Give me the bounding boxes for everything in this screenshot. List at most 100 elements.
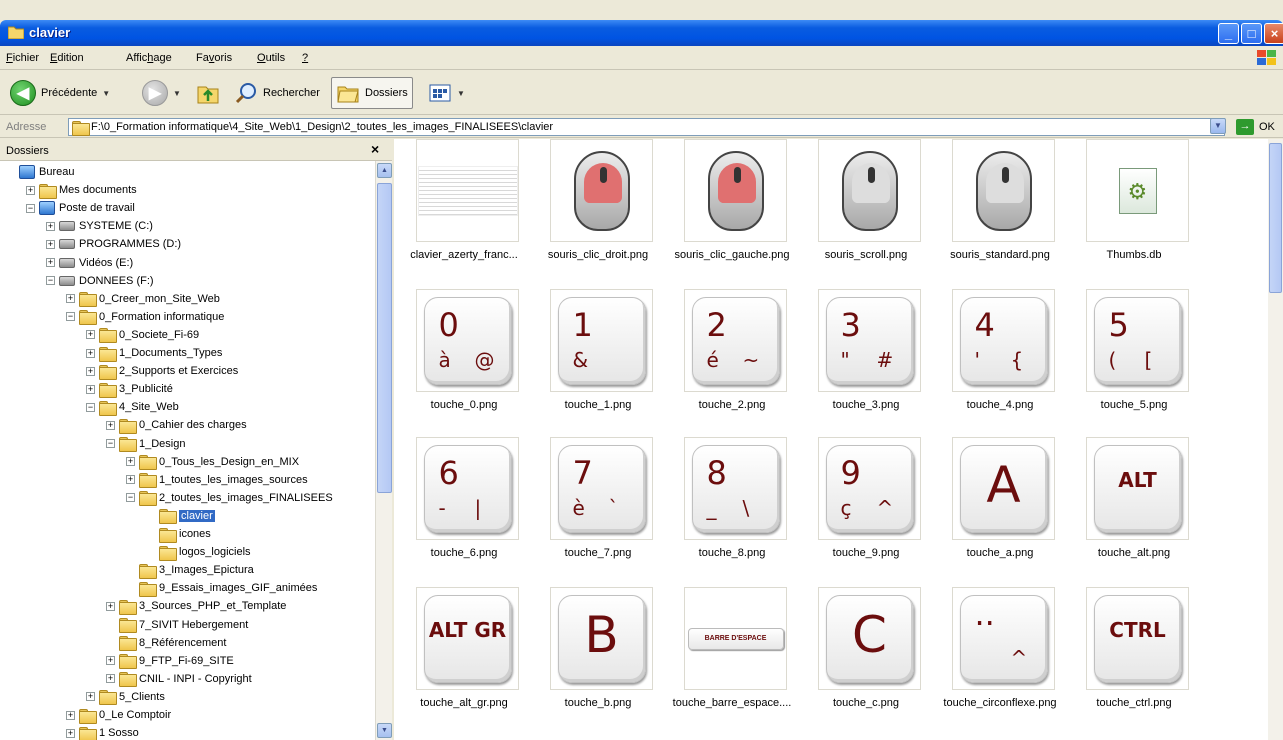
collapse-icon[interactable]: −: [46, 276, 55, 286]
maximize-button[interactable]: □: [1241, 23, 1262, 44]
tree-item[interactable]: + PROGRAMMES (D:): [46, 235, 181, 253]
expand-icon[interactable]: +: [86, 330, 95, 340]
scroll-down-icon[interactable]: ▼: [377, 723, 392, 738]
tree-item[interactable]: +2_Supports et Exercices: [86, 362, 238, 380]
scrollbar-thumb[interactable]: [377, 183, 392, 493]
address-dropdown-button[interactable]: ▼: [1210, 118, 1226, 134]
expand-icon[interactable]: +: [86, 366, 95, 376]
go-arrow-icon[interactable]: →: [1236, 119, 1254, 135]
tree-item[interactable]: +0_Creer_mon_Site_Web: [66, 290, 220, 308]
file-item[interactable]: ·· ^ touche_circonflexe.png: [932, 587, 1068, 735]
menu-item[interactable]: Affichage: [126, 52, 172, 64]
expand-icon[interactable]: +: [66, 294, 75, 304]
file-list-scrollbar[interactable]: [1268, 139, 1283, 740]
file-item[interactable]: 8 _ \ touche_8.png: [664, 437, 800, 585]
tree-item[interactable]: 8_Référencement: [106, 634, 226, 652]
up-folder-button[interactable]: [192, 77, 224, 109]
expand-icon[interactable]: +: [106, 674, 115, 684]
tree-item[interactable]: + Vidéos (E:): [46, 254, 133, 272]
file-item[interactable]: souris_clic_droit.png: [530, 139, 666, 287]
file-item[interactable]: 4 '{touche_4.png: [932, 289, 1068, 437]
collapse-icon[interactable]: −: [126, 493, 135, 503]
file-item[interactable]: 3 " # touche_3.png: [798, 289, 934, 437]
tree-item[interactable]: +1_toutes_les_images_sources: [126, 471, 308, 489]
menu-item[interactable]: Favoris: [196, 52, 232, 64]
collapse-icon[interactable]: −: [106, 439, 115, 448]
file-item[interactable]: Thumbs.db: [1066, 139, 1202, 287]
collapse-icon[interactable]: −: [26, 203, 35, 213]
file-item[interactable]: CTRL touche_ctrl.png: [1066, 587, 1202, 735]
search-button[interactable]: Rechercher: [230, 77, 324, 109]
file-item[interactable]: 0 à @ touche_0.png: [396, 289, 532, 437]
close-button[interactable]: ×: [1264, 23, 1283, 44]
tree-item[interactable]: + Mes documents: [26, 181, 137, 199]
expand-icon[interactable]: +: [126, 457, 135, 467]
file-item[interactable]: Ctouche_c.png: [798, 587, 934, 735]
expand-icon[interactable]: +: [106, 656, 115, 666]
tree-item[interactable]: +3_Publicité: [86, 380, 173, 398]
menu-item[interactable]: Edition: [50, 52, 84, 64]
tree-item[interactable]: +9_FTP_Fi-69_SITE: [106, 652, 234, 670]
file-item[interactable]: Atouche_a.png: [932, 437, 1068, 585]
expand-icon[interactable]: +: [46, 258, 55, 267]
expand-icon[interactable]: +: [86, 692, 95, 702]
file-item[interactable]: 5([touche_5.png: [1066, 289, 1202, 437]
tree-item[interactable]: Bureau: [6, 163, 74, 181]
folders-button[interactable]: Dossiers: [331, 77, 413, 109]
scroll-up-icon[interactable]: ▲: [377, 163, 392, 178]
tree-item[interactable]: + CNIL - INPI - Copyright: [106, 670, 252, 688]
expand-icon[interactable]: +: [46, 239, 55, 249]
tree-item[interactable]: − DONNEES (F:): [46, 272, 154, 290]
file-item[interactable]: ALT GR touche_alt_gr.png: [396, 587, 532, 735]
tree-item[interactable]: +0_Le Comptoir: [66, 706, 171, 724]
menu-item[interactable]: Fichier: [6, 52, 39, 64]
ok-button[interactable]: OK: [1259, 121, 1275, 133]
file-item[interactable]: 9 ç ^ touche_9.png: [798, 437, 934, 585]
file-item[interactable]: Btouche_b.png: [530, 587, 666, 735]
expand-icon[interactable]: +: [46, 221, 55, 231]
file-item[interactable]: souris_scroll.png: [798, 139, 934, 287]
file-item[interactable]: ALT touche_alt.png: [1066, 437, 1202, 585]
tree-item[interactable]: 3_Images_Epictura: [126, 561, 254, 579]
file-item[interactable]: 6- | touche_6.png: [396, 437, 532, 585]
tree-item[interactable]: − Poste de travail: [26, 199, 135, 217]
tree-item[interactable]: − 2_toutes_les_images_FINALISEES: [126, 489, 333, 507]
tree-item[interactable]: +5_Clients: [86, 688, 165, 706]
tree-item[interactable]: logos_logiciels: [146, 543, 251, 561]
file-item[interactable]: 1 & touche_1.png: [530, 289, 666, 437]
tree-item[interactable]: +3_Sources_PHP_et_Template: [106, 597, 286, 615]
file-item[interactable]: 7 è ` touche_7.png: [530, 437, 666, 585]
address-field[interactable]: F:\0_Formation informatique\4_Site_Web\1…: [68, 118, 1225, 136]
expand-icon[interactable]: +: [66, 728, 75, 738]
chevron-down-icon[interactable]: ▼: [173, 89, 181, 98]
close-pane-button[interactable]: ×: [371, 141, 379, 157]
tree-item[interactable]: icones: [146, 525, 211, 543]
tree-item[interactable]: +0_Tous_les_Design_en_MIX: [126, 453, 299, 471]
tree-item[interactable]: + SYSTEME (C:): [46, 217, 153, 235]
chevron-down-icon[interactable]: ▼: [102, 89, 110, 98]
folder-pane-scrollbar[interactable]: ▲ ▼: [375, 161, 392, 740]
collapse-icon[interactable]: −: [86, 402, 95, 412]
expand-icon[interactable]: +: [106, 420, 115, 430]
title-bar[interactable]: clavier _ □ ×: [0, 20, 1283, 46]
menu-item[interactable]: ?: [302, 52, 308, 64]
file-item[interactable]: souris_clic_gauche.png: [664, 139, 800, 287]
file-item[interactable]: clavier_azerty_franc...: [396, 139, 532, 287]
scrollbar-thumb[interactable]: [1269, 143, 1282, 293]
menu-item[interactable]: Outils: [257, 52, 285, 64]
tree-item[interactable]: 7_SIVIT Hebergement: [106, 616, 248, 634]
collapse-icon[interactable]: −: [66, 312, 75, 322]
expand-icon[interactable]: +: [106, 601, 115, 611]
back-button[interactable]: ◀ Précédente ▼: [6, 77, 114, 109]
tree-item[interactable]: clavier: [146, 507, 215, 525]
file-item[interactable]: 2 é ~ touche_2.png: [664, 289, 800, 437]
file-item[interactable]: souris_standard.png: [932, 139, 1068, 287]
file-item[interactable]: BARRE D'ESPACE touche_barre_espace....: [664, 587, 800, 735]
views-button[interactable]: ▼: [424, 77, 469, 109]
tree-item[interactable]: +1 Sosso: [66, 724, 139, 740]
tree-item[interactable]: − 4_Site_Web: [86, 398, 179, 416]
tree-item[interactable]: +0_Societe_Fi-69: [86, 326, 199, 344]
tree-item[interactable]: − 1_Design: [106, 435, 185, 453]
expand-icon[interactable]: +: [126, 475, 135, 485]
expand-icon[interactable]: +: [86, 348, 95, 358]
